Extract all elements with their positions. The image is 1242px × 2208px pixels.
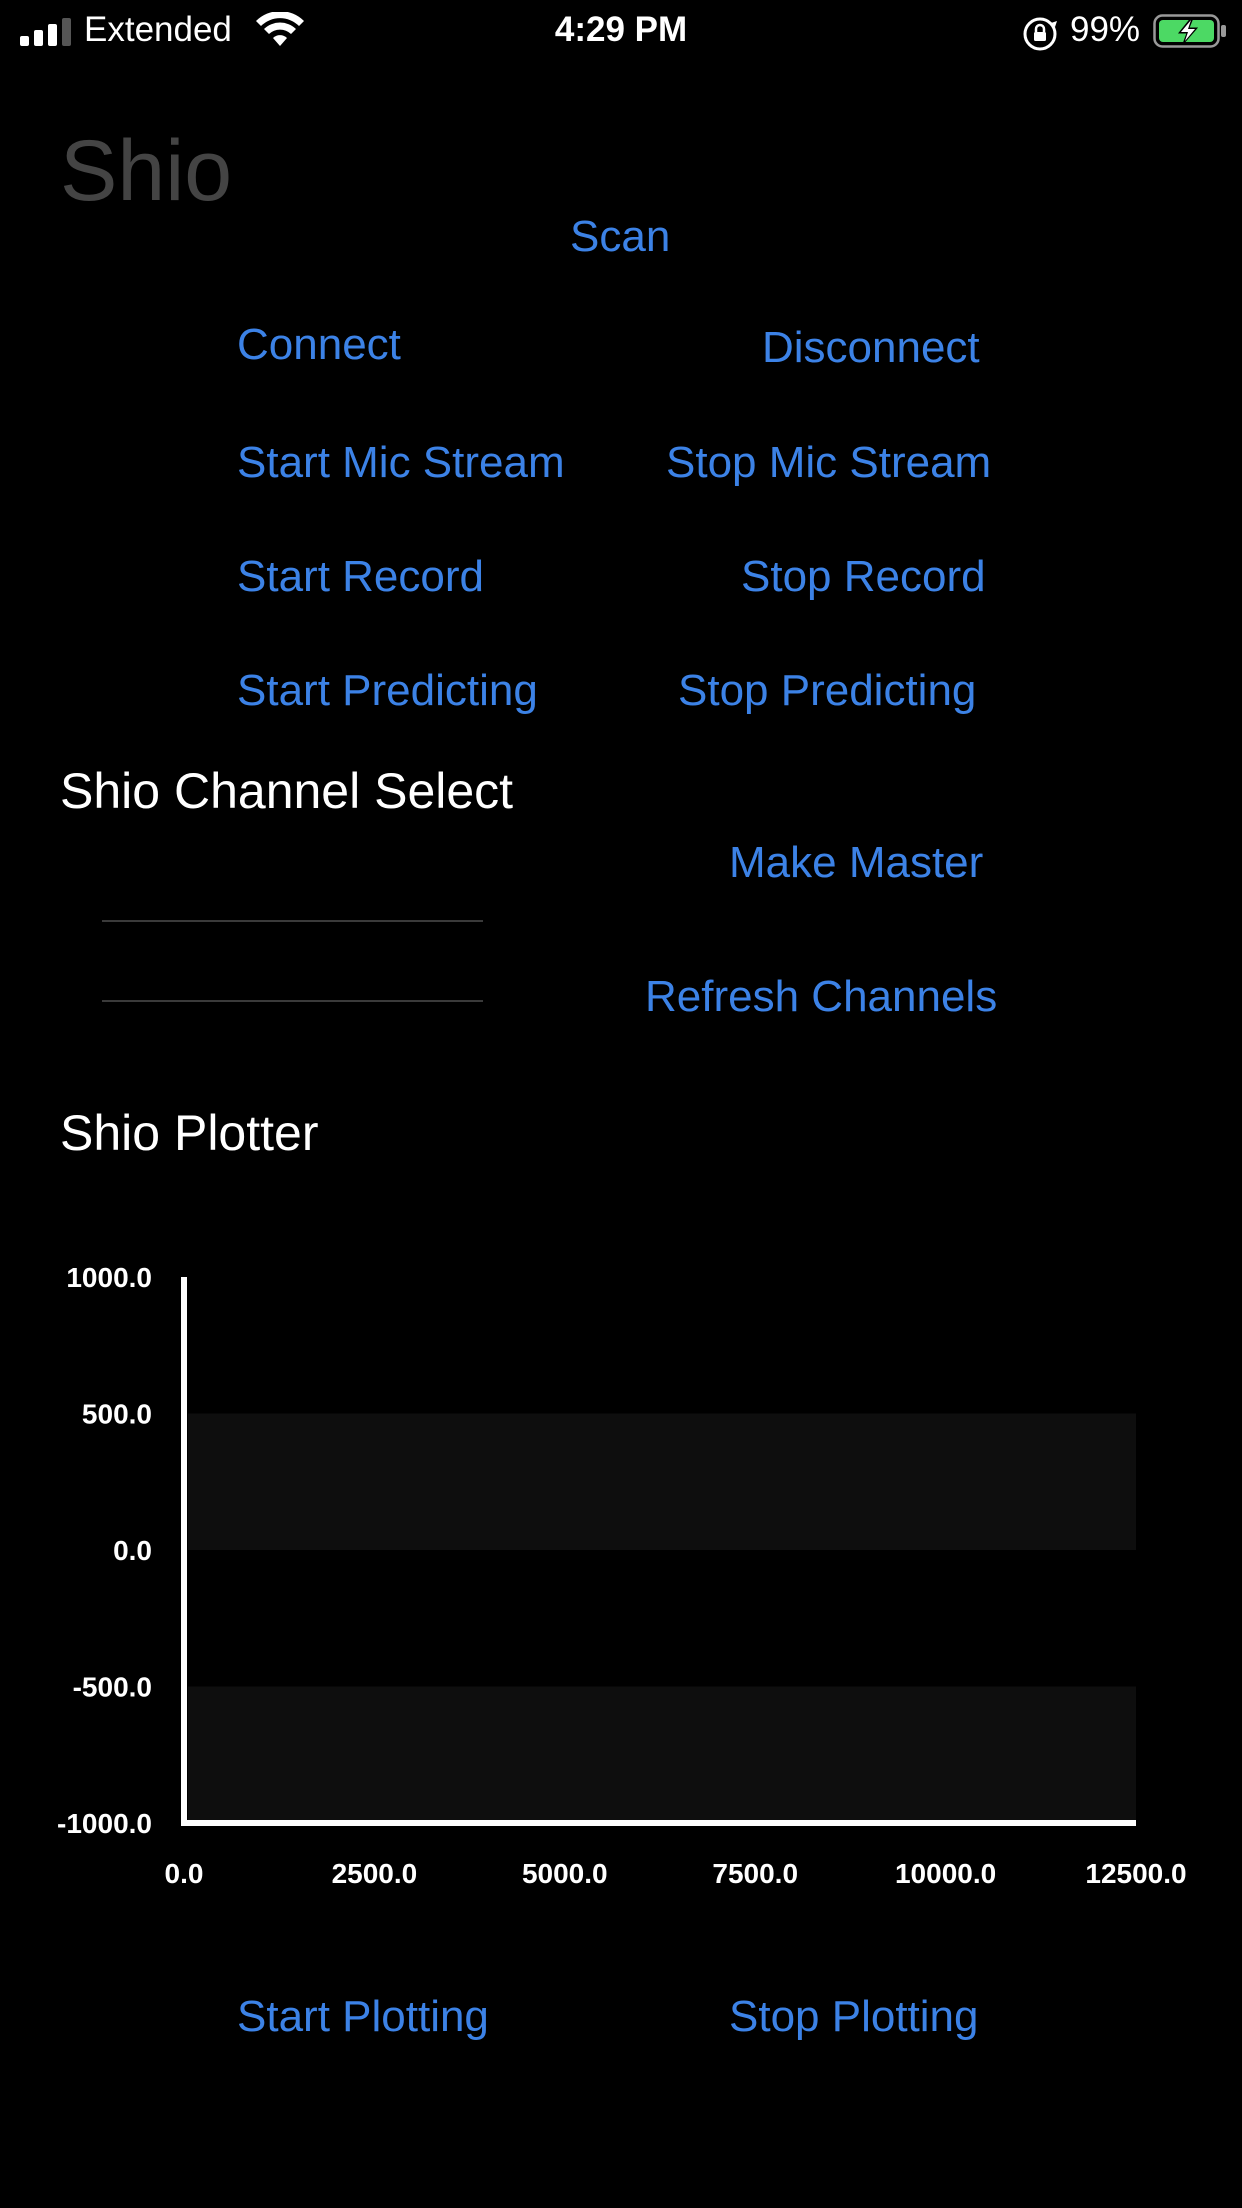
- plotter-title: Shio Plotter: [60, 1105, 319, 1161]
- x-tick-label: 10000.0: [895, 1858, 996, 1889]
- y-tick-label: 0.0: [113, 1535, 152, 1566]
- plot-band-1: [188, 1686, 1136, 1823]
- start-predicting-button[interactable]: Start Predicting: [237, 666, 538, 716]
- stop-plotting-button[interactable]: Stop Plotting: [729, 1992, 979, 2042]
- y-tick-label: 1000.0: [66, 1262, 152, 1293]
- battery-percentage: 99%: [1070, 10, 1141, 49]
- plot-band-0: [188, 1413, 1136, 1550]
- channel-picker-divider-bottom: [102, 1000, 483, 1002]
- y-tick-label: -1000.0: [57, 1808, 152, 1839]
- start-record-button[interactable]: Start Record: [237, 552, 484, 602]
- x-tick-label: 5000.0: [522, 1858, 608, 1889]
- start-mic-stream-button[interactable]: Start Mic Stream: [237, 438, 565, 488]
- scan-button[interactable]: Scan: [570, 212, 670, 262]
- orientation-lock-icon: [1023, 17, 1057, 51]
- channel-select-title: Shio Channel Select: [60, 763, 514, 819]
- x-tick-label: 12500.0: [1085, 1858, 1186, 1889]
- disconnect-button[interactable]: Disconnect: [762, 323, 980, 373]
- y-tick-label: -500.0: [73, 1672, 152, 1703]
- x-tick-label: 2500.0: [332, 1858, 418, 1889]
- x-tick-label: 7500.0: [712, 1858, 798, 1889]
- channel-picker[interactable]: [102, 922, 483, 1000]
- stop-record-button[interactable]: Stop Record: [741, 552, 986, 602]
- plot-chart: 1000.0 500.0 0.0 -500.0 -1000.0 0.0 2500.0 5000…: [57, 1262, 1187, 1889]
- battery-charging-icon: [1153, 14, 1226, 48]
- app-title: Shio: [60, 123, 233, 219]
- connect-button[interactable]: Connect: [237, 320, 401, 370]
- make-master-button[interactable]: Make Master: [729, 838, 983, 888]
- stop-predicting-button[interactable]: Stop Predicting: [678, 666, 976, 716]
- x-tick-label: 0.0: [165, 1858, 204, 1889]
- start-plotting-button[interactable]: Start Plotting: [237, 1992, 489, 2042]
- y-tick-label: 500.0: [82, 1399, 152, 1430]
- refresh-channels-button[interactable]: Refresh Channels: [645, 972, 997, 1022]
- stop-mic-stream-button[interactable]: Stop Mic Stream: [666, 438, 991, 488]
